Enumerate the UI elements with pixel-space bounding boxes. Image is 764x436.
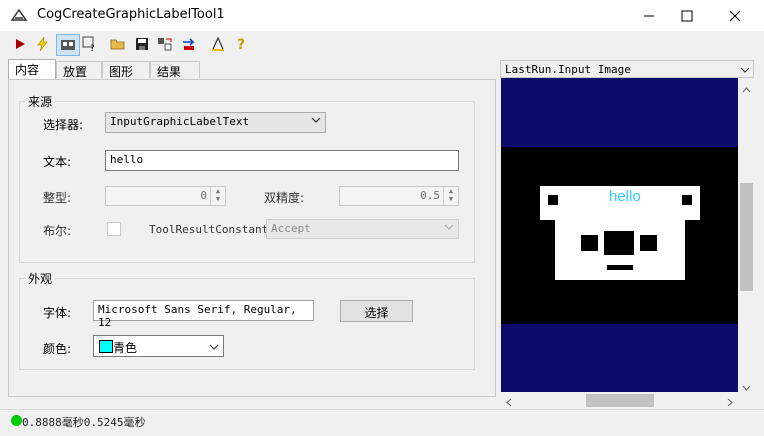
int-label: 整型: — [43, 191, 72, 205]
image-eye-right — [682, 195, 692, 205]
toolresult-label: ToolResultConstant: — [149, 223, 275, 236]
color-swatch — [99, 340, 113, 353]
choose-font-button[interactable]: 选择 — [340, 300, 413, 322]
scroll-up-icon[interactable] — [742, 82, 751, 96]
image-block-right — [640, 235, 657, 251]
int-field[interactable]: 0 ▲ ▼ — [105, 186, 226, 206]
selector-dropdown[interactable]: InputGraphicLabelText — [105, 112, 326, 133]
status-time: 0.8888毫秒0.5245毫秒 — [22, 416, 146, 429]
vertical-scrollbar[interactable] — [738, 78, 755, 392]
appearance-group-title: 外观 — [25, 270, 56, 287]
overlay-label: hello — [609, 188, 641, 205]
double-label: 双精度: — [264, 191, 305, 205]
double-value: 0.5 — [420, 189, 440, 202]
run-icon[interactable] — [10, 34, 30, 54]
maximize-button[interactable] — [664, 0, 710, 31]
edit-icon[interactable] — [208, 34, 228, 54]
scroll-left-icon[interactable] — [506, 396, 512, 410]
source-group-title: 来源 — [25, 93, 56, 110]
chevron-down-icon — [740, 64, 750, 78]
title-bar: CogCreateGraphicLabelTool1 — [0, 0, 764, 32]
toolresult-value: Accept — [271, 222, 311, 235]
chevron-down-icon — [311, 115, 321, 128]
open-folder-icon[interactable] — [108, 34, 128, 54]
horizontal-scroll-thumb[interactable] — [586, 394, 654, 407]
status-bar: 0.8888毫秒0.5245毫秒 — [0, 409, 764, 436]
tab-content[interactable]: 内容 — [8, 59, 56, 80]
font-label: 字体: — [43, 306, 72, 320]
show-image-icon[interactable] — [56, 34, 80, 56]
local-icon[interactable] — [179, 34, 199, 54]
save-icon[interactable] — [132, 34, 152, 54]
image-eye-left — [548, 195, 558, 205]
help-icon[interactable]: ? — [232, 34, 252, 54]
font-field[interactable]: Microsoft Sans Serif, Regular, 12 — [93, 300, 314, 329]
chevron-down-icon — [209, 341, 219, 355]
lightning-icon[interactable] — [32, 34, 52, 54]
color-dropdown[interactable]: 青色 — [93, 335, 224, 357]
tab-placement[interactable]: 放置 — [56, 61, 102, 79]
image-mouth — [607, 265, 633, 270]
svg-text:?: ? — [237, 37, 245, 52]
window-title: CogCreateGraphicLabelTool1 — [37, 7, 225, 22]
color-label: 颜色: — [43, 342, 72, 356]
int-value: 0 — [200, 189, 207, 202]
double-spinner[interactable]: ▲ ▼ — [443, 187, 458, 205]
tab-graphics[interactable]: 图形 — [102, 61, 150, 79]
text-field[interactable]: hello — [105, 150, 459, 171]
color-value: 青色 — [113, 341, 138, 355]
image-source-dropdown[interactable]: LastRun.Input Image — [500, 60, 754, 78]
cognex-app-icon — [10, 7, 28, 23]
image-display[interactable]: hello — [501, 78, 738, 392]
bool-checkbox[interactable] — [107, 222, 121, 236]
image-block-left — [581, 235, 598, 251]
vertical-scroll-thumb[interactable] — [740, 183, 753, 291]
appearance-group — [19, 278, 475, 370]
toolresult-dropdown[interactable]: Accept — [266, 219, 459, 239]
help-pointer-icon[interactable]: ? — [80, 34, 100, 54]
close-button[interactable] — [712, 0, 758, 31]
int-spinner[interactable]: ▲ ▼ — [210, 187, 225, 205]
selector-value: InputGraphicLabelText — [110, 115, 250, 128]
image-source-value: LastRun.Input Image — [505, 63, 631, 76]
double-field[interactable]: 0.5 ▲ ▼ — [339, 186, 459, 206]
svg-text:?: ? — [90, 44, 95, 52]
horizontal-scrollbar[interactable] — [501, 392, 738, 409]
status-indicator — [11, 415, 22, 426]
tab-results[interactable]: 结果 — [150, 61, 200, 79]
scroll-right-icon[interactable] — [727, 396, 733, 410]
selector-label: 选择器: — [43, 118, 84, 132]
text-label: 文本: — [43, 155, 72, 169]
scroll-down-icon[interactable] — [742, 380, 751, 394]
reset-icon[interactable] — [155, 34, 175, 54]
chevron-down-icon — [444, 222, 454, 235]
image-block-center — [604, 231, 634, 255]
bool-label: 布尔: — [43, 224, 72, 238]
